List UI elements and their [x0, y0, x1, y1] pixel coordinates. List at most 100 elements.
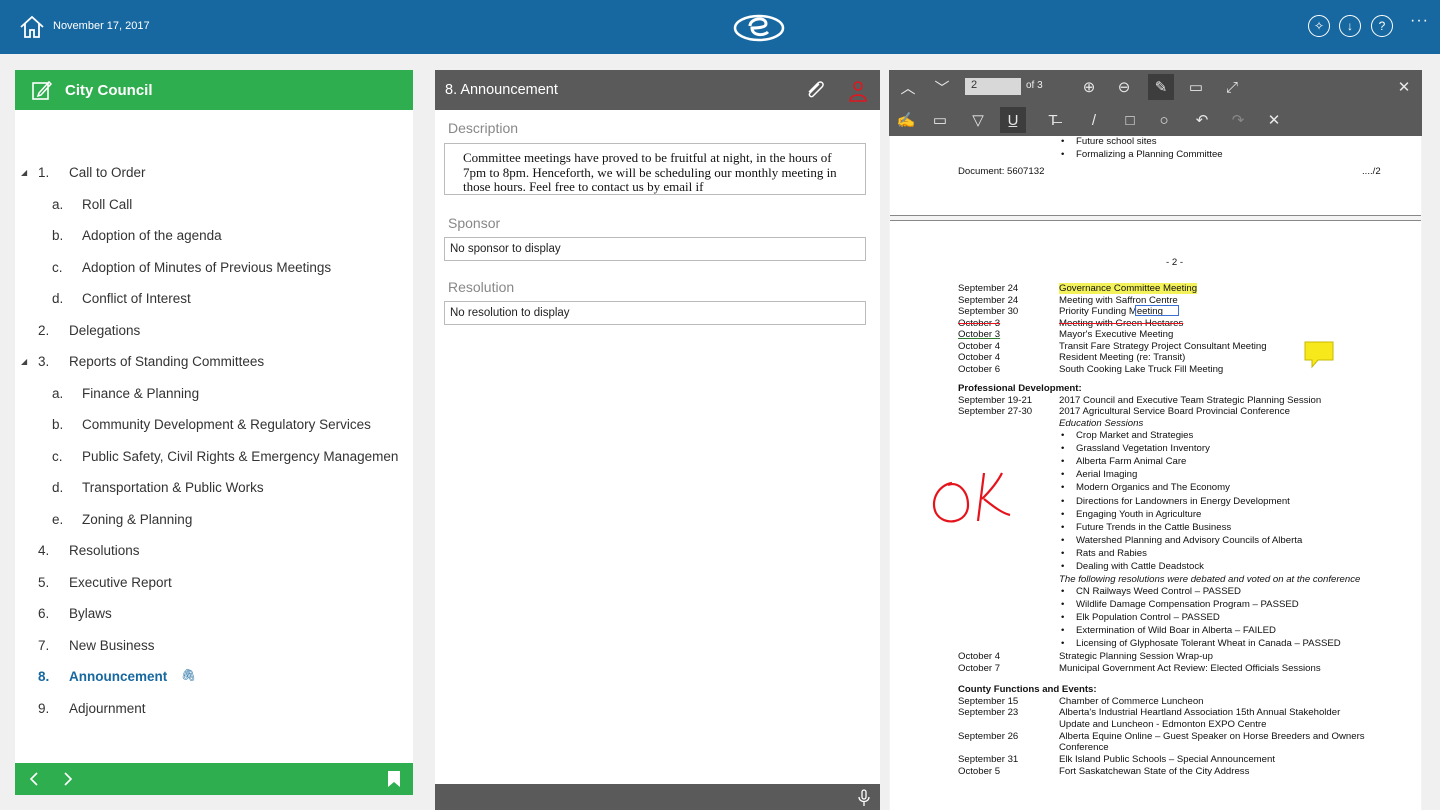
close-viewer-icon[interactable]: ✕ — [1391, 74, 1417, 100]
doc-bullet: Alberta Farm Animal Care — [1061, 456, 1186, 467]
agenda-item-number: d. — [52, 291, 64, 306]
microphone-icon[interactable] — [857, 789, 871, 807]
ellipse-tool-icon[interactable]: ○ — [1151, 107, 1177, 133]
doc-event: Meeting with Saffron Centre — [1059, 294, 1178, 306]
previous-page-icon[interactable]: ︿ — [895, 74, 921, 100]
agenda-item[interactable]: ◢ 3. Reports of Standing Committees — [15, 354, 413, 378]
doc-bullet: Grassland Vegetation Inventory — [1061, 443, 1210, 454]
doc-date: September 26 — [958, 730, 1019, 742]
agenda-item[interactable]: a. Finance & Planning — [15, 386, 413, 410]
pin-icon[interactable]: ✧ — [1308, 15, 1330, 37]
zoom-in-icon[interactable]: ⊕ — [1076, 74, 1102, 100]
agenda-item[interactable]: 7. New Business — [15, 638, 413, 662]
doc-bullet: Dealing with Cattle Deadstock — [1061, 561, 1204, 572]
previous-icon[interactable] — [27, 771, 41, 787]
line-tool-icon[interactable]: / — [1081, 107, 1107, 133]
comment-tool-icon[interactable]: ▭ — [1183, 74, 1209, 100]
doc-bullet: Extermination of Wild Boar in Alberta – … — [1061, 625, 1276, 636]
agenda-item[interactable]: d. Transportation & Public Works — [15, 480, 413, 504]
agenda-item[interactable]: b. Adoption of the agenda — [15, 228, 413, 252]
undo-icon[interactable]: ↶ — [1189, 107, 1215, 133]
document-viewer: ︿ ﹀ 2 of 3 ⊕ ⊖ ✎ ▭ ⤢ ✕ ✍ ▭ ▽ U̲ T̶ / □ ○… — [889, 70, 1422, 810]
underline-icon[interactable]: U̲ — [1000, 107, 1026, 133]
agenda-item[interactable]: 9. Adjournment — [15, 701, 413, 725]
agenda-item[interactable]: b. Community Development & Regulatory Ser… — [15, 417, 413, 441]
agenda-item-label: New Business — [69, 637, 155, 653]
agenda-item[interactable]: 4. Resolutions — [15, 543, 413, 567]
expand-caret-icon[interactable]: ◢ — [21, 168, 27, 177]
doc-event: Transit Fare Strategy Project Consultant… — [1059, 340, 1267, 352]
agenda-item[interactable]: a. Roll Call — [15, 197, 413, 221]
viewer-toolbar-annotations: ✍ ▭ ▽ U̲ T̶ / □ ○ ↶ ↷ ✕ — [889, 103, 1422, 136]
doc-event: Chamber of Commerce Luncheon — [1059, 695, 1204, 707]
note-icon[interactable]: ▭ — [927, 107, 953, 133]
doc-bullet: Future Trends in the Cattle Business — [1061, 522, 1231, 533]
agenda-item[interactable]: 5. Executive Report — [15, 575, 413, 599]
agenda-item[interactable]: d. Conflict of Interest — [15, 291, 413, 315]
doc-bullet: CN Railways Weed Control – PASSED — [1061, 586, 1241, 597]
doc-bullet: Crop Market and Strategies — [1061, 430, 1193, 441]
top-bar: November 17, 2017 ✧ ↓ ? ··· — [0, 0, 1440, 54]
doc-date: October 7 — [958, 662, 1001, 674]
doc-event: 2017 Agricultural Service Board Provinci… — [1059, 406, 1290, 417]
doc-bullet: Engaging Youth in Agriculture — [1061, 509, 1201, 520]
next-page-icon[interactable]: ﹀ — [929, 74, 955, 100]
signature-icon[interactable]: ✍ — [893, 107, 919, 133]
zoom-out-icon[interactable]: ⊖ — [1111, 74, 1137, 100]
attachment-icon[interactable] — [803, 79, 827, 103]
doc-event: Conference — [1059, 742, 1109, 754]
agenda-item[interactable]: ◢ 1. Call to Order — [15, 165, 413, 189]
cancel-annotation-icon[interactable]: ✕ — [1261, 107, 1287, 133]
ok-annotation[interactable] — [930, 461, 1030, 531]
agenda-item[interactable]: c. Public Safety, Civil Rights & Emergenc… — [15, 449, 413, 473]
strikethrough-icon[interactable]: T̶ — [1040, 107, 1066, 133]
doc-date: October 4 — [958, 352, 1001, 363]
rectangle-tool-icon[interactable]: □ — [1117, 107, 1143, 133]
description-box[interactable]: Committee meetings have proved to be fru… — [444, 143, 866, 195]
doc-event: Municipal Government Act Review: Elected… — [1059, 662, 1321, 674]
home-icon[interactable] — [18, 13, 46, 41]
more-icon[interactable]: ··· — [1410, 12, 1429, 30]
doc-date: September 30 — [958, 306, 1019, 317]
doc-event: Meeting with Green Hectares — [1059, 317, 1184, 329]
next-icon[interactable] — [61, 771, 75, 787]
doc-event: Resident Meeting (re: Transit) — [1059, 352, 1186, 363]
item-detail-panel: 8. Announcement Description Committee me… — [435, 70, 880, 810]
speaker-icon[interactable] — [847, 79, 869, 103]
doc-date: October 4 — [958, 651, 1001, 663]
agenda-item[interactable]: 2. Delegations — [15, 323, 413, 347]
agenda-item[interactable]: 6. Bylaws — [15, 606, 413, 630]
agenda-item[interactable]: e. Zoning & Planning — [15, 512, 413, 536]
agenda-item-number: 6. — [38, 606, 50, 621]
pdf-canvas[interactable]: Future school sites Formalizing a Planni… — [889, 136, 1422, 810]
doc-continued: ..../2 — [1362, 166, 1381, 177]
help-icon[interactable]: ? — [1371, 15, 1393, 37]
doc-bullet: Rats and Rabies — [1061, 548, 1147, 559]
item-title: 8. Announcement — [445, 82, 558, 98]
agenda-item-label: Bylaws — [69, 606, 112, 621]
doc-line: Future school sites — [1061, 136, 1156, 147]
download-icon[interactable]: ↓ — [1339, 15, 1361, 37]
bookmark-icon[interactable] — [386, 770, 402, 788]
annotate-pen-icon[interactable]: ✎ — [1148, 74, 1174, 100]
doc-heading: County Functions and Events: — [958, 684, 1097, 696]
agenda-item-label: Finance & Planning — [82, 385, 200, 401]
expand-caret-icon[interactable]: ◢ — [21, 357, 27, 366]
agenda-item-label: Public Safety, Civil Rights & Emergency … — [82, 448, 399, 464]
agenda-item[interactable]: c. Adoption of Minutes of Previous Meetin… — [15, 260, 413, 284]
page-number: - 2 - — [1166, 257, 1184, 268]
expand-icon[interactable]: ⤢ — [1219, 74, 1245, 100]
doc-date: September 19-21 — [958, 394, 1033, 406]
highlighter-icon[interactable]: ▽ — [965, 107, 991, 133]
doc-date: October 5 — [958, 765, 1001, 777]
redo-icon[interactable]: ↷ — [1225, 107, 1251, 133]
attachment-icon[interactable]: 🖇 — [181, 669, 196, 682]
agenda-item-number: 9. — [38, 700, 50, 716]
sticky-note-icon[interactable] — [1304, 341, 1334, 369]
page-number-input[interactable]: 2 — [965, 78, 1021, 95]
page-count: of 3 — [1026, 80, 1043, 91]
agenda-item-number: 1. — [38, 165, 50, 180]
rectangle-annotation[interactable] — [1135, 305, 1179, 316]
doc-line: Formalizing a Planning Committee — [1061, 149, 1223, 160]
agenda-item[interactable]: 8. Announcement 🖇 — [15, 669, 413, 693]
